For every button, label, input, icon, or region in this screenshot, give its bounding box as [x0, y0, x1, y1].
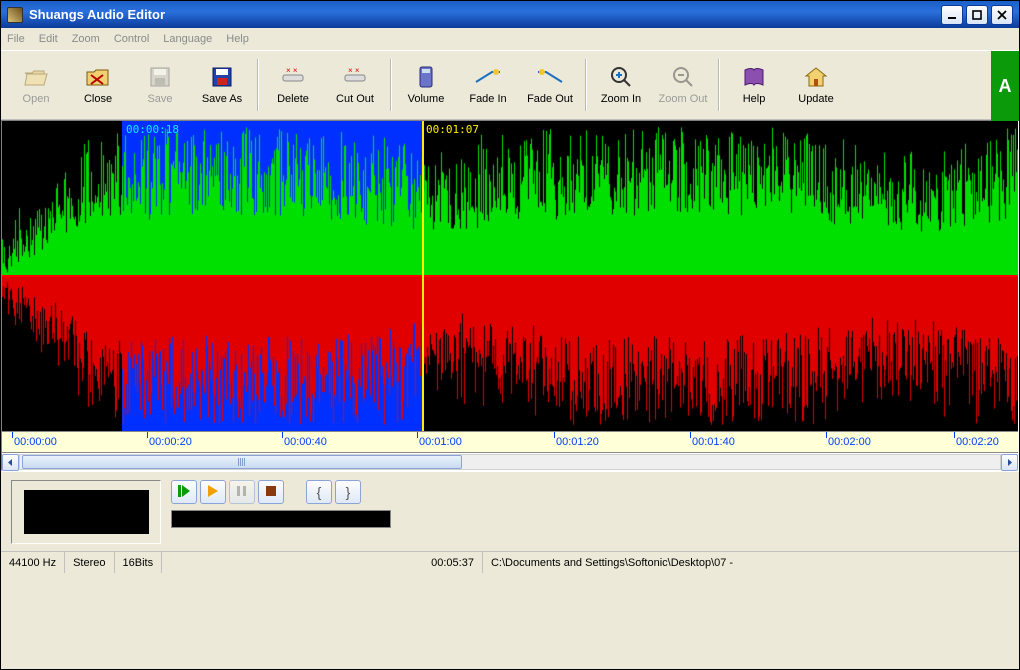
zoomin-button[interactable]: Zoom In — [590, 56, 652, 114]
house-icon — [802, 65, 830, 89]
fadein-button[interactable]: Fade In — [457, 56, 519, 114]
maximize-button[interactable] — [966, 5, 988, 25]
selection-end-label: 00:01:07 — [426, 123, 479, 136]
play-button[interactable] — [200, 480, 226, 504]
menu-help[interactable]: Help — [226, 33, 249, 45]
corner-badge[interactable]: A — [991, 51, 1019, 121]
brace-open-icon: { — [317, 484, 322, 500]
ruler-tick: 00:01:00 — [417, 432, 462, 452]
floppy-icon — [146, 65, 174, 89]
zoom-in-icon — [607, 65, 635, 89]
close-button[interactable]: Close — [67, 56, 129, 114]
pause-button — [229, 480, 255, 504]
menu-file[interactable]: File — [7, 33, 25, 45]
status-duration: 00:05:37 — [423, 552, 483, 573]
status-bits: 16Bits — [115, 552, 163, 573]
window-title: Shuangs Audio Editor — [29, 7, 941, 22]
scroll-left-button[interactable] — [2, 454, 19, 471]
menu-language[interactable]: Language — [163, 33, 212, 45]
help-book-icon — [740, 65, 768, 89]
svg-text:× ×: × × — [286, 67, 298, 75]
preview-box — [11, 480, 161, 544]
ruler-tick: 00:02:20 — [954, 432, 999, 452]
brace-close-icon: } — [346, 484, 351, 500]
svg-text:× ×: × × — [348, 67, 360, 75]
ruler-tick: 00:02:00 — [826, 432, 871, 452]
status-channels: Stereo — [65, 552, 114, 573]
menu-edit[interactable]: Edit — [39, 33, 58, 45]
menu-zoom[interactable]: Zoom — [72, 33, 100, 45]
fadeout-icon — [536, 65, 564, 89]
play-icon — [207, 485, 219, 500]
volume-button[interactable]: Volume — [395, 56, 457, 114]
fadein-icon — [474, 65, 502, 89]
status-samplerate: 44100 Hz — [1, 552, 65, 573]
menu-control[interactable]: Control — [114, 33, 149, 45]
zoom-out-icon — [669, 65, 697, 89]
zoomout-button: Zoom Out — [652, 56, 714, 114]
toolbar-label: Zoom Out — [659, 93, 708, 105]
update-button[interactable]: Update — [785, 56, 847, 114]
toolbar-label: Volume — [408, 93, 445, 105]
center-line — [2, 275, 1018, 277]
play-start-button[interactable] — [171, 480, 197, 504]
app-icon — [7, 7, 23, 23]
scroll-right-button[interactable] — [1001, 454, 1018, 471]
ruler-tick: 00:01:20 — [554, 432, 599, 452]
menubar: File Edit Zoom Control Language Help — [1, 28, 1019, 50]
h-scrollbar[interactable] — [2, 453, 1018, 470]
open-folder-icon — [22, 65, 50, 89]
waveform-display[interactable]: 00:00:18 00:01:07 — [2, 121, 1018, 431]
stop-button[interactable] — [258, 480, 284, 504]
minimize-button[interactable] — [941, 5, 963, 25]
save-button: Save — [129, 56, 191, 114]
stop-icon — [265, 485, 277, 500]
toolbar-label: Help — [743, 93, 766, 105]
fadeout-button[interactable]: Fade Out — [519, 56, 581, 114]
toolbar-label: Fade In — [469, 93, 506, 105]
toolbar-label: Open — [23, 93, 50, 105]
cutout-button[interactable]: × × Cut Out — [324, 56, 386, 114]
play-bar-icon — [177, 484, 191, 501]
cutout-eraser-icon: × × — [341, 65, 369, 89]
titlebar: Shuangs Audio Editor — [0, 0, 1020, 28]
statusbar: 44100 Hz Stereo 16Bits 00:05:37 C:\Docum… — [1, 551, 1019, 573]
close-folder-icon — [84, 65, 112, 89]
toolbar: Open Close Save Save As × × Delete × × Cut Out V… — [1, 50, 1019, 120]
close-button[interactable] — [991, 5, 1013, 25]
toolbar-label: Delete — [277, 93, 309, 105]
ruler-tick: 00:01:40 — [690, 432, 735, 452]
scroll-track[interactable] — [19, 454, 1001, 470]
status-path: C:\Documents and Settings\Softonic\Deskt… — [483, 552, 1019, 573]
preview-waveform[interactable] — [24, 490, 149, 534]
ruler-tick: 00:00:00 — [12, 432, 57, 452]
floppy-blue-icon — [208, 65, 236, 89]
scroll-thumb[interactable] — [22, 455, 462, 469]
transport-panel: {} — [1, 471, 1019, 551]
toolbar-label: Save — [147, 93, 172, 105]
toolbar-label: Save As — [202, 93, 242, 105]
time-ruler[interactable]: 00:00:00 00:00:20 00:00:40 00:01:00 00:01:20… — [2, 431, 1018, 453]
delete-eraser-icon: × × — [279, 65, 307, 89]
toolbar-label: Update — [798, 93, 833, 105]
saveas-button[interactable]: Save As — [191, 56, 253, 114]
delete-button[interactable]: × × Delete — [262, 56, 324, 114]
toolbar-label: Fade Out — [527, 93, 573, 105]
toolbar-label: Close — [84, 93, 112, 105]
progress-bar[interactable] — [171, 510, 391, 528]
transport-buttons: {} — [171, 480, 391, 504]
ruler-tick: 00:00:40 — [282, 432, 327, 452]
open-button: Open — [5, 56, 67, 114]
selection-start-label: 00:00:18 — [126, 123, 179, 136]
help-button[interactable]: Help — [723, 56, 785, 114]
playhead-cursor[interactable] — [422, 121, 424, 431]
volume-book-icon — [412, 65, 440, 89]
ruler-tick: 00:00:20 — [147, 432, 192, 452]
toolbar-label: Zoom In — [601, 93, 641, 105]
mark-out-button[interactable]: } — [335, 480, 361, 504]
toolbar-label: Cut Out — [336, 93, 374, 105]
mark-in-button[interactable]: { — [306, 480, 332, 504]
pause-icon — [236, 485, 248, 500]
